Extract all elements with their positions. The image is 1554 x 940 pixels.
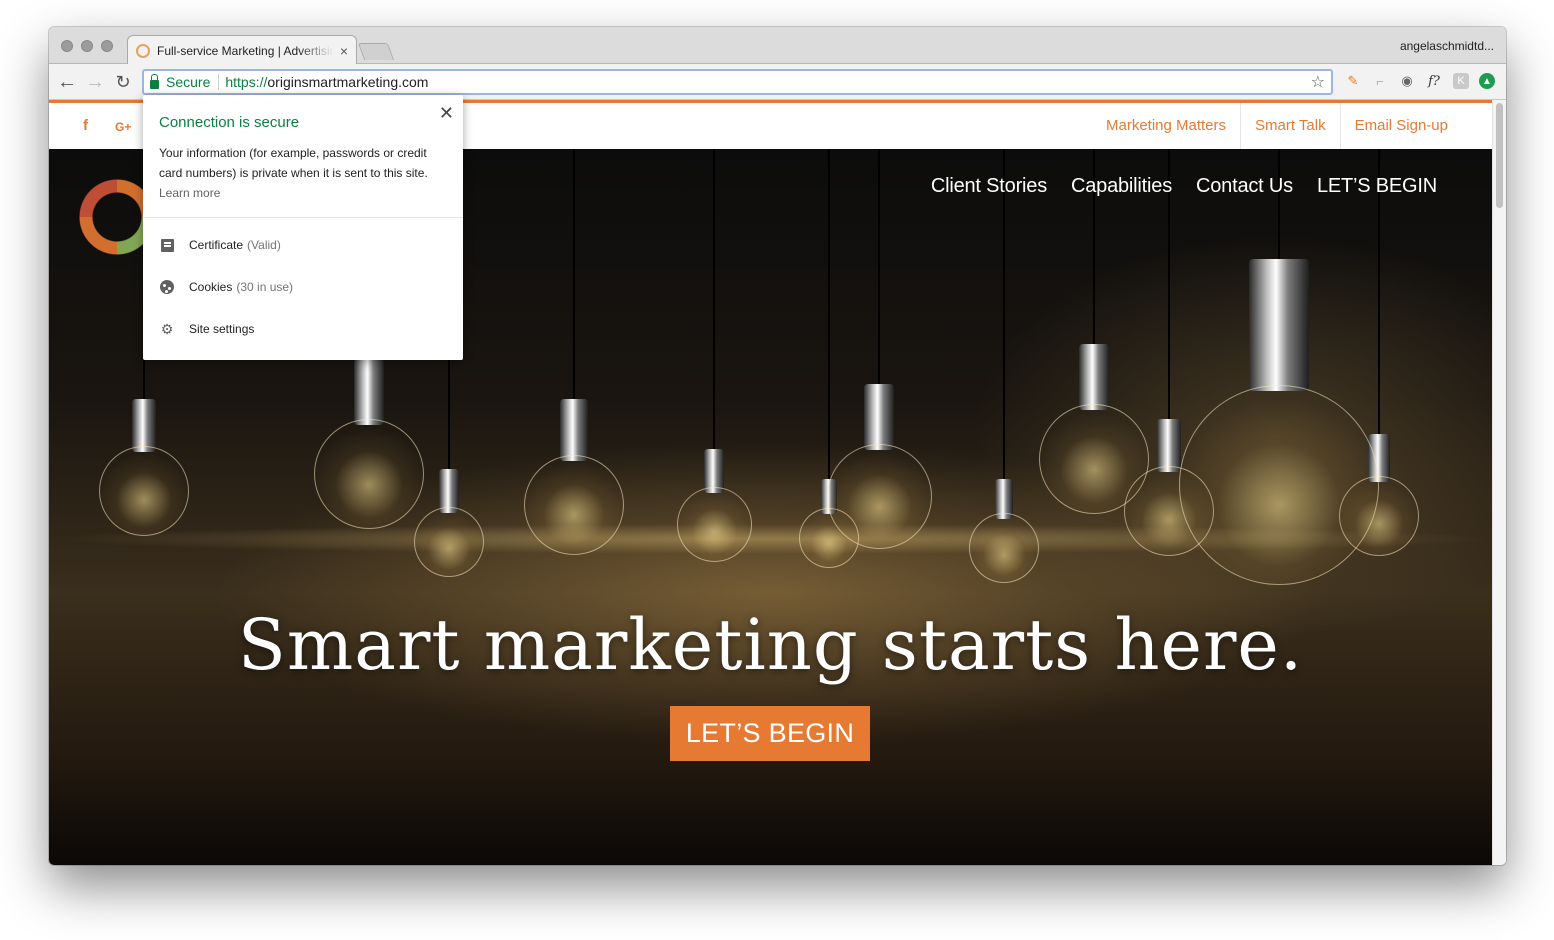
hero-headline: Smart marketing starts here. bbox=[237, 604, 1304, 686]
certificate-label: Certificate bbox=[189, 238, 244, 252]
tab-title: Full-service Marketing | Advertising bbox=[157, 44, 334, 58]
certificate-status: (Valid) bbox=[247, 238, 281, 252]
certificate-icon bbox=[159, 237, 175, 253]
page-scrollbar[interactable] bbox=[1492, 100, 1506, 865]
forward-icon[interactable]: → bbox=[83, 70, 107, 94]
bookmark-star-icon[interactable]: ☆ bbox=[1311, 72, 1325, 92]
nav-client-stories[interactable]: Client Stories bbox=[931, 175, 1047, 198]
light-bulb bbox=[826, 149, 932, 555]
link-smart-talk[interactable]: Smart Talk bbox=[1240, 103, 1340, 149]
new-tab-button[interactable] bbox=[357, 43, 395, 60]
lock-icon[interactable] bbox=[150, 73, 159, 89]
cookies-status: (30 in use) bbox=[236, 280, 294, 294]
popup-body-text: Your information (for example, passwords… bbox=[159, 146, 428, 180]
light-bulb bbox=[969, 149, 1039, 589]
extension-camera-icon[interactable]: ◉ bbox=[1398, 72, 1416, 90]
secure-label[interactable]: Secure bbox=[166, 74, 220, 90]
facebook-icon[interactable]: f bbox=[83, 117, 88, 134]
main-nav: Client Stories Capabilities Contact Us L… bbox=[931, 175, 1437, 198]
tab-strip: Full-service Marketing | Advertising × a… bbox=[49, 27, 1506, 65]
reload-icon[interactable]: ↻ bbox=[111, 70, 135, 94]
nav-contact-us[interactable]: Contact Us bbox=[1196, 175, 1293, 198]
extension-font-icon[interactable]: f? bbox=[1425, 72, 1443, 90]
tab-active[interactable]: Full-service Marketing | Advertising × bbox=[127, 35, 357, 65]
site-settings-row[interactable]: ⚙ Site settings bbox=[159, 320, 255, 337]
url-scheme: https:// bbox=[225, 74, 268, 90]
address-bar[interactable]: Secure https://originsmartmarketing.com … bbox=[142, 69, 1333, 95]
extension-k-icon[interactable]: K bbox=[1453, 73, 1469, 89]
link-marketing-matters[interactable]: Marketing Matters bbox=[1092, 103, 1240, 149]
popup-description: Your information (for example, passwords… bbox=[159, 143, 451, 203]
minimize-window-button[interactable] bbox=[81, 40, 93, 52]
scrollbar-thumb[interactable] bbox=[1496, 103, 1503, 208]
popup-title: Connection is secure bbox=[159, 114, 300, 131]
utility-links: Marketing Matters Smart Talk Email Sign-… bbox=[1092, 103, 1462, 149]
learn-more-link[interactable]: Learn more bbox=[159, 186, 220, 200]
light-bulb bbox=[1179, 149, 1379, 591]
nav-capabilities[interactable]: Capabilities bbox=[1071, 175, 1172, 198]
site-settings-label: Site settings bbox=[189, 322, 255, 336]
close-window-button[interactable] bbox=[61, 40, 73, 52]
browser-window: Full-service Marketing | Advertising × a… bbox=[49, 27, 1506, 865]
zoom-window-button[interactable] bbox=[101, 40, 113, 52]
lets-begin-button[interactable]: LET’S BEGIN bbox=[670, 706, 870, 761]
profile-name[interactable]: angelaschmidtd... bbox=[1400, 39, 1494, 53]
url-host: originsmartmarketing.com bbox=[267, 74, 429, 90]
back-icon[interactable]: ← bbox=[55, 70, 79, 94]
light-bulb bbox=[524, 149, 624, 561]
extension-ruler-icon[interactable]: ⌐ bbox=[1371, 72, 1389, 90]
extension-eyedropper-icon[interactable]: ✎ bbox=[1344, 72, 1362, 90]
extension-up-icon[interactable]: ▲ bbox=[1479, 73, 1495, 89]
link-email-signup[interactable]: Email Sign-up bbox=[1339, 103, 1462, 149]
cookies-label: Cookies bbox=[189, 280, 233, 294]
url-text[interactable]: https://originsmartmarketing.com bbox=[225, 74, 428, 90]
site-security-popup: Connection is secure ✕ Your information … bbox=[143, 95, 463, 360]
google-plus-icon[interactable]: G+ bbox=[115, 120, 131, 134]
popup-close-icon[interactable]: ✕ bbox=[439, 103, 454, 124]
cookie-icon bbox=[159, 279, 175, 295]
tab-close-icon[interactable]: × bbox=[340, 43, 348, 59]
nav-lets-begin[interactable]: LET’S BEGIN bbox=[1317, 175, 1437, 198]
site-favicon-icon bbox=[136, 44, 150, 58]
popup-divider bbox=[143, 217, 463, 218]
certificate-row[interactable]: Certificate (Valid) bbox=[159, 237, 281, 253]
gear-icon: ⚙ bbox=[160, 320, 174, 337]
light-bulb bbox=[676, 149, 752, 568]
cookies-row[interactable]: Cookies (30 in use) bbox=[159, 279, 293, 295]
